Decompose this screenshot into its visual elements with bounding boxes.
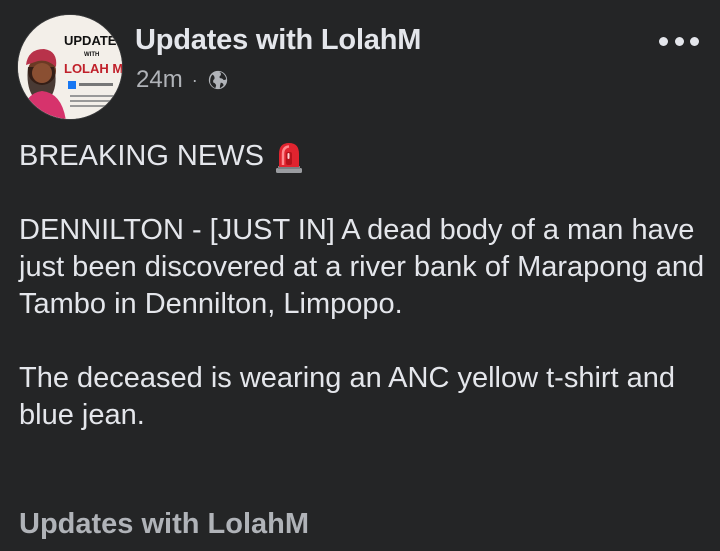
siren-icon <box>275 142 302 173</box>
more-options-icon[interactable] <box>659 34 699 48</box>
footer-page-name[interactable]: Updates with LolahM <box>19 508 309 541</box>
page-name-link[interactable]: Updates with LolahM <box>135 24 421 57</box>
post-body: BREAKING NEWS DENNILTON - [JUST IN] A de… <box>19 138 709 434</box>
page-avatar[interactable]: UPDATE WITH LOLAH M <box>17 14 123 120</box>
globe-icon <box>208 70 227 90</box>
meta-separator: · <box>191 69 198 90</box>
more-dot <box>659 36 668 46</box>
headline-text: BREAKING NEWS <box>19 140 264 172</box>
post-timestamp[interactable]: 24m <box>136 66 183 94</box>
svg-text:LOLAH M: LOLAH M <box>64 61 123 76</box>
post-meta: 24m · <box>136 66 229 94</box>
svg-text:UPDATE: UPDATE <box>64 33 117 48</box>
post-paragraph-2: The deceased is wearing an ANC yellow t-… <box>19 362 676 431</box>
post-paragraph-1: DENNILTON - [JUST IN] A dead body of a m… <box>19 214 705 320</box>
facebook-post: UPDATE WITH LOLAH M Updates with LolahM … <box>0 0 720 551</box>
more-dot <box>690 36 699 46</box>
avatar-image: UPDATE WITH LOLAH M <box>18 15 123 119</box>
more-dot <box>674 36 684 46</box>
svg-text:WITH: WITH <box>84 52 99 58</box>
post-header: UPDATE WITH LOLAH M Updates with LolahM … <box>17 14 707 120</box>
headline-line: BREAKING NEWS <box>19 138 709 175</box>
